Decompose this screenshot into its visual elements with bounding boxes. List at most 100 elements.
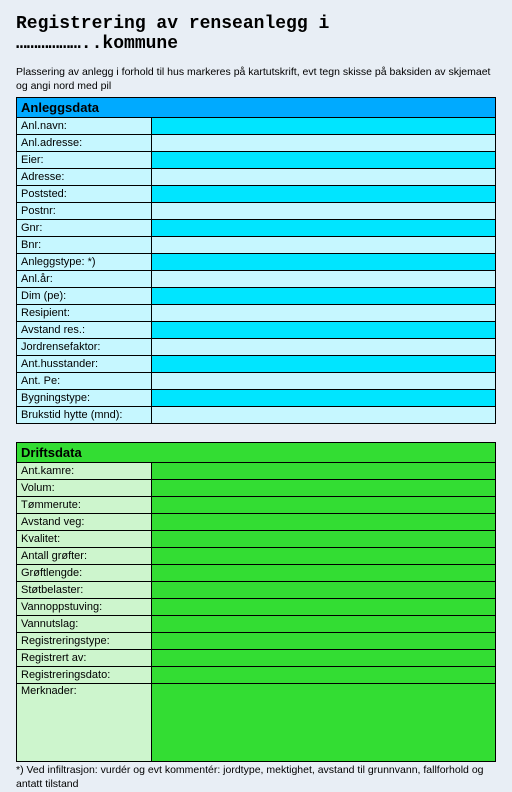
- table-row: Eier:: [17, 152, 496, 169]
- field-label: Ant.kamre:: [17, 463, 152, 480]
- instructions-text: Plassering av anlegg i forhold til hus m…: [16, 66, 496, 93]
- field-label: Grøftlengde:: [17, 565, 152, 582]
- table-row: Ant.kamre:: [17, 463, 496, 480]
- field-label: Vannutslag:: [17, 616, 152, 633]
- field-label: Adresse:: [17, 169, 152, 186]
- field-value[interactable]: [152, 390, 496, 407]
- field-label: Bygningstype:: [17, 390, 152, 407]
- field-label: Vannoppstuving:: [17, 599, 152, 616]
- field-value[interactable]: [152, 667, 496, 684]
- field-label: Støtbelaster:: [17, 582, 152, 599]
- table-row: Bygningstype:: [17, 390, 496, 407]
- field-label: Kvalitet:: [17, 531, 152, 548]
- table-row: Registrert av:: [17, 650, 496, 667]
- field-value[interactable]: [152, 271, 496, 288]
- table-row: Postnr:: [17, 203, 496, 220]
- footnote-text: *) Ved infiltrasjon: vurdér og evt komme…: [16, 764, 496, 791]
- field-value[interactable]: [152, 463, 496, 480]
- table-row: Brukstid hytte (mnd):: [17, 407, 496, 424]
- table-row: Antall grøfter:: [17, 548, 496, 565]
- field-label: Registreringsdato:: [17, 667, 152, 684]
- field-label: Ant.husstander:: [17, 356, 152, 373]
- field-value[interactable]: [152, 480, 496, 497]
- table-row: Tømmerute:: [17, 497, 496, 514]
- table-row: Poststed:: [17, 186, 496, 203]
- table-row: Grøftlengde:: [17, 565, 496, 582]
- field-label: Poststed:: [17, 186, 152, 203]
- field-value[interactable]: [152, 237, 496, 254]
- field-label: Merknader:: [17, 684, 152, 762]
- table-row: Resipient:: [17, 305, 496, 322]
- field-label: Registrert av:: [17, 650, 152, 667]
- table-row: Ant. Pe:: [17, 373, 496, 390]
- table-row: Registreringsdato:: [17, 667, 496, 684]
- field-value[interactable]: [152, 407, 496, 424]
- table-row: Støtbelaster:: [17, 582, 496, 599]
- field-value[interactable]: [152, 650, 496, 667]
- table-row: Bnr:: [17, 237, 496, 254]
- field-label: Gnr:: [17, 220, 152, 237]
- field-value[interactable]: [152, 497, 496, 514]
- field-value[interactable]: [152, 135, 496, 152]
- field-value[interactable]: [152, 339, 496, 356]
- field-label: Avstand res.:: [17, 322, 152, 339]
- field-label: Resipient:: [17, 305, 152, 322]
- anleggsdata-table: Anleggsdata Anl.navn:Anl.adresse:Eier:Ad…: [16, 97, 496, 424]
- table-row: Registreringstype:: [17, 633, 496, 650]
- field-value[interactable]: [152, 531, 496, 548]
- table-row: Merknader:: [17, 684, 496, 762]
- field-value[interactable]: [152, 633, 496, 650]
- field-value[interactable]: [152, 186, 496, 203]
- field-label: Tømmerute:: [17, 497, 152, 514]
- field-value[interactable]: [152, 356, 496, 373]
- table-row: Jordrensefaktor:: [17, 339, 496, 356]
- field-value[interactable]: [152, 322, 496, 339]
- field-label: Bnr:: [17, 237, 152, 254]
- table-row: Dim (pe):: [17, 288, 496, 305]
- table-row: Avstand res.:: [17, 322, 496, 339]
- field-label: Anl.navn:: [17, 118, 152, 135]
- field-label: Postnr:: [17, 203, 152, 220]
- field-label: Anleggstype: *): [17, 254, 152, 271]
- table-row: Anleggstype: *): [17, 254, 496, 271]
- page-title: Registrering av renseanlegg i ………………..ko…: [16, 14, 496, 54]
- table-row: Anl.adresse:: [17, 135, 496, 152]
- table-row: Kvalitet:: [17, 531, 496, 548]
- field-label: Brukstid hytte (mnd):: [17, 407, 152, 424]
- field-value[interactable]: [152, 599, 496, 616]
- field-value[interactable]: [152, 548, 496, 565]
- field-value[interactable]: [152, 582, 496, 599]
- field-label: Volum:: [17, 480, 152, 497]
- field-value[interactable]: [152, 373, 496, 390]
- table-row: Anl.år:: [17, 271, 496, 288]
- table-row: Ant.husstander:: [17, 356, 496, 373]
- table-row: Adresse:: [17, 169, 496, 186]
- table-row: Vannoppstuving:: [17, 599, 496, 616]
- field-value[interactable]: [152, 305, 496, 322]
- table-row: Vannutslag:: [17, 616, 496, 633]
- field-value[interactable]: [152, 514, 496, 531]
- table-row: Anl.navn:: [17, 118, 496, 135]
- field-value[interactable]: [152, 254, 496, 271]
- field-label: Anl.adresse:: [17, 135, 152, 152]
- field-value[interactable]: [152, 684, 496, 762]
- field-label: Antall grøfter:: [17, 548, 152, 565]
- field-label: Avstand veg:: [17, 514, 152, 531]
- driftsdata-header: Driftsdata: [17, 443, 496, 463]
- table-row: Gnr:: [17, 220, 496, 237]
- field-label: Ant. Pe:: [17, 373, 152, 390]
- field-label: Eier:: [17, 152, 152, 169]
- field-label: Jordrensefaktor:: [17, 339, 152, 356]
- field-value[interactable]: [152, 118, 496, 135]
- field-label: Anl.år:: [17, 271, 152, 288]
- table-row: Avstand veg:: [17, 514, 496, 531]
- field-value[interactable]: [152, 616, 496, 633]
- field-value[interactable]: [152, 203, 496, 220]
- field-value[interactable]: [152, 220, 496, 237]
- table-row: Volum:: [17, 480, 496, 497]
- field-value[interactable]: [152, 169, 496, 186]
- field-value[interactable]: [152, 565, 496, 582]
- field-label: Registreringstype:: [17, 633, 152, 650]
- field-value[interactable]: [152, 152, 496, 169]
- field-value[interactable]: [152, 288, 496, 305]
